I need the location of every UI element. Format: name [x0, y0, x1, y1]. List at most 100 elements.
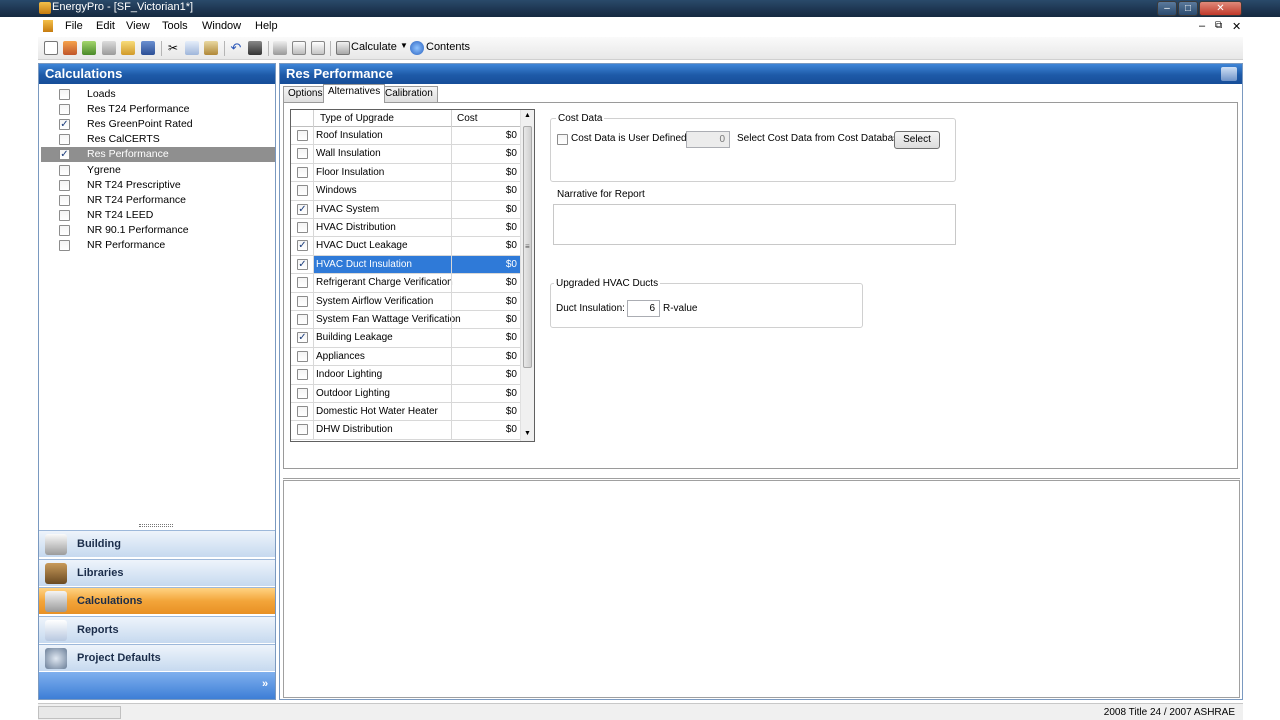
row-checkbox[interactable] [297, 295, 308, 307]
row-checkbox[interactable] [297, 314, 308, 325]
table-row[interactable]: ✓ HVAC System $0 [291, 200, 520, 219]
save-icon[interactable] [141, 41, 155, 55]
row-cost[interactable]: $0 [451, 145, 520, 163]
cut-icon[interactable]: ✂ [166, 41, 180, 55]
calculation-item[interactable]: Ygrene [41, 163, 275, 178]
row-upgrade-type[interactable]: Indoor Lighting [316, 369, 382, 380]
row-upgrade-type[interactable]: Outdoor Lighting [316, 388, 390, 399]
row-checkbox[interactable] [297, 185, 308, 197]
row-checkbox[interactable]: ✓ [297, 203, 308, 215]
row-cost[interactable]: $0 [451, 200, 520, 218]
row-upgrade-type[interactable]: HVAC Duct Insulation [316, 259, 412, 270]
open-folder-icon[interactable] [121, 41, 135, 55]
calculation-item[interactable]: Res T24 Performance [41, 102, 275, 117]
row-upgrade-type[interactable]: Appliances [316, 351, 365, 362]
calculation-checkbox[interactable]: ✓ [59, 119, 70, 131]
row-cost[interactable]: $0 [451, 347, 520, 366]
menu-help[interactable]: Help [255, 20, 278, 32]
calculation-item[interactable]: NR T24 Performance [41, 193, 275, 208]
cost-value-field[interactable]: 0 [686, 131, 730, 148]
row-upgrade-type[interactable]: System Fan Wattage Verification [316, 314, 461, 325]
minimize-button[interactable]: – [1157, 1, 1177, 16]
table-row[interactable]: HVAC Distribution $0 [291, 219, 520, 238]
calculation-item[interactable]: ✓ Res Performance [41, 147, 275, 163]
calculation-checkbox[interactable] [59, 134, 70, 146]
narrative-textarea[interactable] [553, 204, 956, 245]
row-upgrade-type[interactable]: Building Leakage [316, 332, 393, 343]
calculation-item[interactable]: ✓ Res GreenPoint Rated [41, 117, 275, 132]
zoom-icon[interactable] [311, 41, 325, 55]
row-upgrade-type[interactable]: Domestic Hot Water Heater [316, 406, 438, 417]
calculation-checkbox[interactable] [59, 194, 70, 206]
row-cost[interactable]: $0 [451, 163, 520, 182]
find-icon[interactable] [248, 41, 262, 55]
mdi-minimize-button[interactable]: – [1199, 20, 1205, 32]
calculation-item[interactable]: NR T24 LEED [41, 208, 275, 223]
mdi-close-button[interactable]: ✕ [1232, 20, 1241, 33]
mdi-restore-button[interactable]: ⧉ [1215, 20, 1222, 31]
row-upgrade-type[interactable]: Wall Insulation [316, 148, 381, 159]
calculation-checkbox[interactable] [59, 104, 70, 116]
row-cost[interactable]: $0 [451, 274, 520, 292]
table-row[interactable]: System Airflow Verification $0 [291, 292, 520, 311]
menu-view[interactable]: View [126, 20, 150, 32]
calculation-checkbox[interactable] [59, 179, 70, 191]
table-row[interactable]: ✓ HVAC Duct Insulation $0 [291, 255, 520, 275]
table-row[interactable]: Indoor Lighting $0 [291, 366, 520, 385]
table-row[interactable]: System Fan Wattage Verification $0 [291, 311, 520, 330]
row-checkbox[interactable] [297, 387, 308, 399]
header-type-of-upgrade[interactable]: Type of Upgrade [320, 113, 394, 124]
row-upgrade-type[interactable]: HVAC System [316, 204, 379, 215]
row-checkbox[interactable]: ✓ [297, 240, 308, 252]
row-checkbox[interactable] [297, 424, 308, 436]
select-button[interactable]: Select [894, 131, 940, 149]
row-upgrade-type[interactable]: HVAC Duct Leakage [316, 240, 408, 251]
help-icon[interactable] [410, 41, 424, 55]
header-cost[interactable]: Cost [451, 110, 520, 127]
row-cost[interactable]: $0 [451, 255, 520, 274]
table-scrollbar[interactable]: ▲ ≡ ▼ [520, 110, 534, 441]
table-row[interactable]: ✓ Building Leakage $0 [291, 329, 520, 348]
tab-options[interactable]: Options [283, 86, 328, 102]
cost-user-defined-checkbox[interactable] [557, 134, 568, 145]
scroll-thumb[interactable]: ≡ [523, 126, 532, 368]
table-row[interactable]: Roof Insulation $0 [291, 127, 520, 146]
scroll-up-icon[interactable]: ▲ [524, 112, 531, 119]
row-checkbox[interactable]: ✓ [297, 258, 308, 270]
chevron-down-icon[interactable]: » [262, 678, 268, 690]
row-upgrade-type[interactable]: Windows [316, 185, 357, 196]
print-icon[interactable] [273, 41, 287, 55]
menu-window[interactable]: Window [202, 20, 241, 32]
maximize-button[interactable]: □ [1178, 1, 1198, 16]
table-row[interactable]: Floor Insulation $0 [291, 163, 520, 183]
panel-options-icon[interactable] [1221, 67, 1237, 81]
table-row[interactable]: Windows $0 [291, 182, 520, 201]
row-upgrade-type[interactable]: Floor Insulation [316, 167, 384, 178]
table-row[interactable]: Outdoor Lighting $0 [291, 384, 520, 403]
calculator-icon[interactable] [336, 41, 350, 55]
row-cost[interactable]: $0 [451, 237, 520, 255]
row-checkbox[interactable] [297, 406, 308, 417]
new-icon[interactable] [44, 41, 58, 55]
paste-icon[interactable] [204, 41, 218, 55]
row-cost[interactable]: $0 [451, 403, 520, 421]
row-upgrade-type[interactable]: Roof Insulation [316, 130, 383, 141]
row-cost[interactable]: $0 [451, 366, 520, 384]
tab-calibration[interactable]: Calibration [380, 86, 438, 102]
calculation-checkbox[interactable] [59, 209, 70, 221]
row-checkbox[interactable] [297, 130, 308, 141]
home-icon[interactable] [63, 41, 77, 55]
report-icon[interactable] [102, 41, 116, 55]
row-cost[interactable]: $0 [451, 384, 520, 402]
row-upgrade-type[interactable]: DHW Distribution [316, 424, 393, 435]
scroll-down-icon[interactable]: ▼ [524, 430, 531, 437]
nav-building[interactable]: Building [39, 530, 275, 557]
nav-project-defaults[interactable]: Project Defaults [39, 644, 275, 671]
calculation-checkbox[interactable] [59, 164, 70, 176]
row-cost[interactable]: $0 [451, 182, 520, 200]
calculation-item[interactable]: NR 90.1 Performance [41, 223, 275, 238]
tab-alternatives[interactable]: Alternatives [323, 84, 386, 103]
row-checkbox[interactable] [297, 222, 308, 233]
calculation-item[interactable]: Res CalCERTS [41, 132, 275, 147]
calculate-dropdown-icon[interactable]: ▼ [400, 41, 408, 50]
